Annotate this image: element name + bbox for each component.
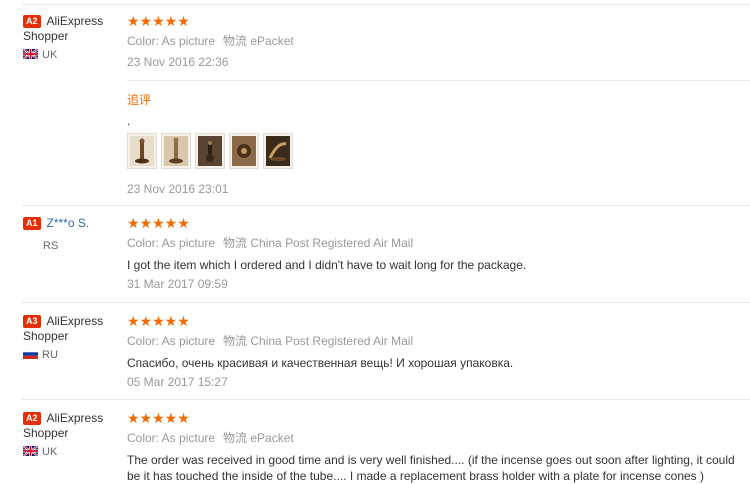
- ru-flag-icon: [22, 348, 39, 363]
- reviewer-name: AliExpress: [46, 14, 104, 28]
- review-text: The order was received in good time and …: [127, 453, 735, 483]
- reviewer-name: AliExpress: [46, 314, 104, 328]
- order-info: Color: As picture 物流 ePacket: [127, 430, 744, 446]
- buyer-level-badge: A1: [23, 217, 41, 230]
- buyer-level-badge: A2: [23, 15, 41, 28]
- review-date: 05 Mar 2017 15:27: [127, 375, 228, 389]
- followup-divider: [127, 80, 750, 81]
- rating-stars: ★★★★★: [127, 13, 190, 29]
- incense-holder-photo-3[interactable]: [195, 133, 225, 169]
- review-item: A3 AliExpress Shopper RU ★★★★★ Color: As …: [22, 314, 750, 394]
- reviewer-name[interactable]: Z***o S.: [47, 216, 90, 230]
- incense-holder-photo-2[interactable]: [161, 133, 191, 169]
- uk-flag-icon: [22, 445, 39, 460]
- buyer-level-badge: A2: [23, 412, 41, 425]
- reviewer-name: AliExpress: [46, 411, 104, 425]
- incense-holder-photo-4[interactable]: [229, 133, 259, 169]
- order-info: Color: As picture 物流 China Post Registere…: [127, 333, 750, 349]
- rating-stars: ★★★★★: [127, 215, 190, 231]
- review-item: A1 Z***o S. RS ★★★★★ Color: As picture 物流 …: [22, 216, 750, 296]
- reviewer-country: UK: [22, 445, 123, 460]
- review-date: 23 Nov 2016 22:36: [127, 55, 229, 69]
- order-color: Color: As picture: [127, 34, 216, 48]
- review-item: A2 AliExpress Shopper UK ★★★★★ Color: As …: [22, 14, 750, 204]
- incense-holder-photo-5[interactable]: [263, 133, 293, 169]
- review-photos: [127, 133, 297, 169]
- uk-flag-icon: [22, 48, 39, 63]
- incense-holder-photo-1[interactable]: [127, 133, 157, 169]
- shipping-method: 物流 ePacket: [223, 34, 294, 48]
- order-info: Color: As picture 物流 ePacket: [127, 33, 750, 49]
- review-divider: [22, 399, 750, 400]
- order-color: Color: As picture: [127, 431, 216, 445]
- reviewer-country: RS: [43, 240, 59, 252]
- review-divider: [22, 205, 750, 206]
- review-date: 31 Mar 2017 09:59: [127, 277, 228, 291]
- review-content: ★★★★★ Color: As picture 物流 ePacket 23 Nov…: [127, 14, 750, 69]
- reviewer-info: A2 AliExpress Shopper UK: [22, 14, 123, 63]
- reviewer-country: RU: [22, 348, 123, 363]
- order-info: Color: As picture 物流 China Post Registere…: [127, 235, 750, 251]
- shipping-method: 物流 China Post Registered Air Mail: [223, 236, 414, 250]
- review-text: I got the item which I ordered and I did…: [127, 258, 527, 272]
- followup-label: 追评: [127, 93, 152, 107]
- review-item: A2 AliExpress Shopper UK ★★★★★ Color: As …: [22, 411, 750, 484]
- shipping-method: 物流 ePacket: [223, 431, 294, 445]
- review-content: ★★★★★ Color: As picture 物流 China Post Reg…: [127, 314, 750, 389]
- order-color: Color: As picture: [127, 334, 216, 348]
- order-color: Color: As picture: [127, 236, 216, 250]
- followup-date: 23 Nov 2016 23:01: [127, 182, 229, 196]
- reviewer-country: UK: [22, 48, 123, 63]
- review-divider: [22, 302, 750, 303]
- review-content: ★★★★★ Color: As picture 物流 China Post Reg…: [127, 216, 750, 291]
- reviewer-info: A2 AliExpress Shopper UK: [22, 411, 123, 460]
- followup-text: .: [127, 114, 131, 128]
- shipping-method: 物流 China Post Registered Air Mail: [223, 334, 414, 348]
- buyer-level-badge: A3: [23, 315, 41, 328]
- rating-stars: ★★★★★: [127, 410, 190, 426]
- review-text: Спасибо, очень красивая и качественная в…: [127, 356, 514, 370]
- review-content: ★★★★★ Color: As picture 物流 ePacket The or…: [127, 411, 744, 484]
- reviewer-info: A3 AliExpress Shopper RU: [22, 314, 123, 363]
- reviewer-name-line2: Shopper: [23, 426, 69, 440]
- reviewer-name-line2: Shopper: [23, 329, 69, 343]
- top-divider: [22, 4, 750, 5]
- rating-stars: ★★★★★: [127, 313, 190, 329]
- reviewer-info: A1 Z***o S. RS: [23, 216, 123, 253]
- reviewer-name-line2: Shopper: [23, 29, 69, 43]
